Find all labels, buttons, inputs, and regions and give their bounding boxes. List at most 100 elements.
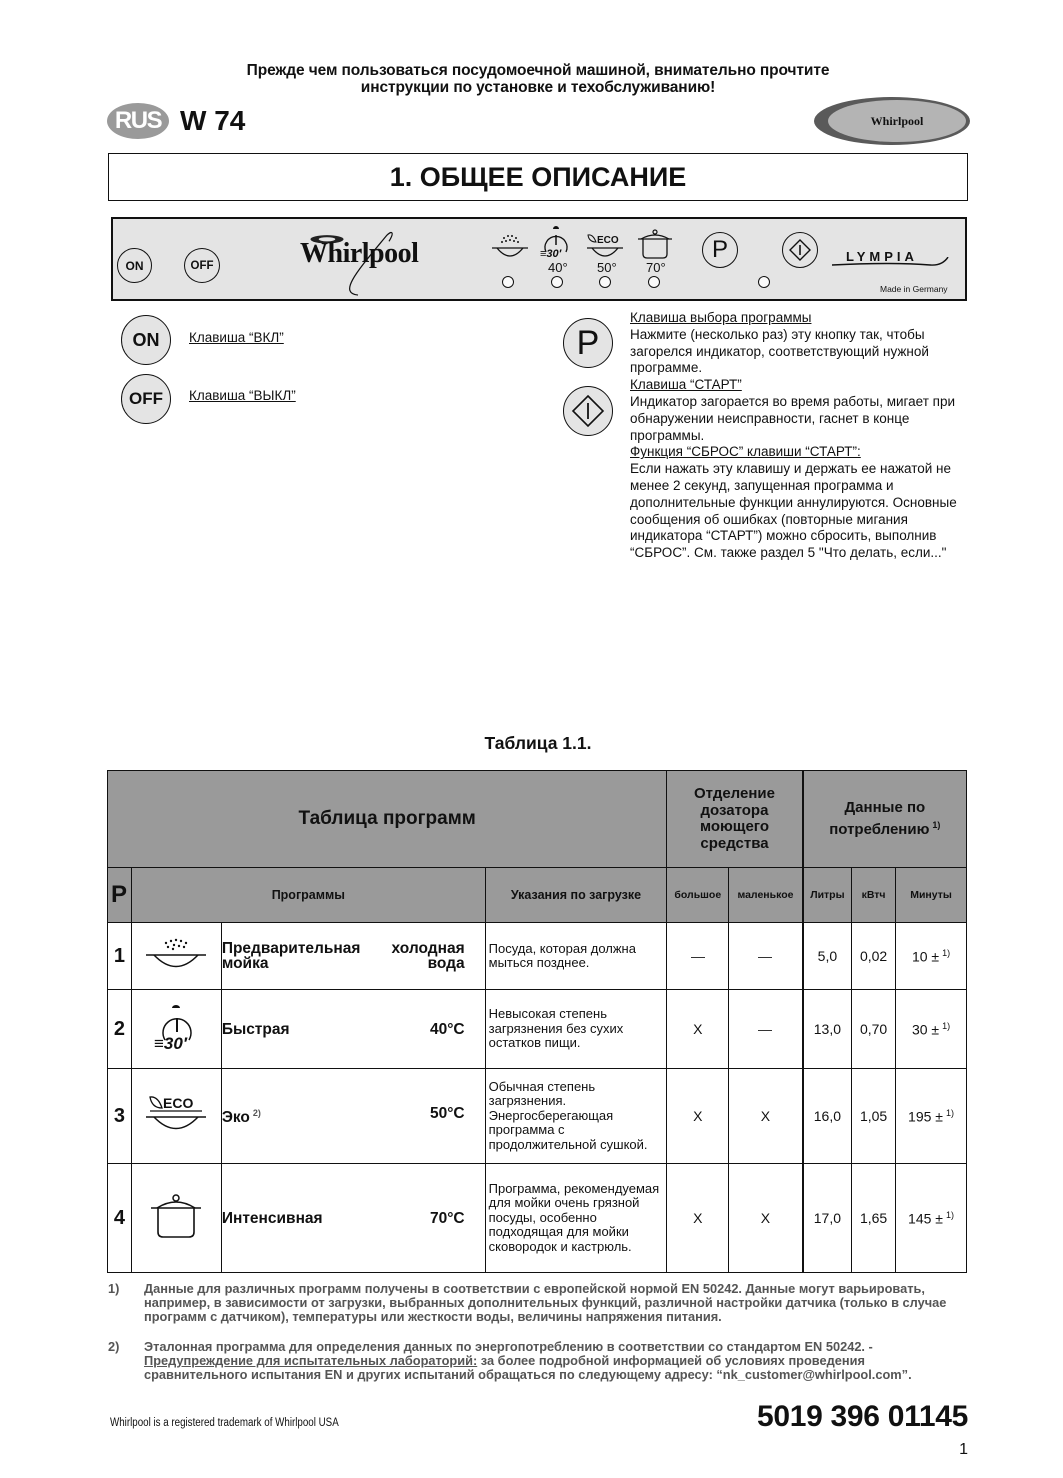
program-key-icon: P (563, 318, 613, 368)
program-number: 2 (107, 989, 132, 1069)
eco-note: 2) (252, 1108, 261, 1119)
off-key-label: Клавиша “ВЫКЛ” (189, 388, 296, 403)
led-start (758, 276, 770, 288)
made-in-label: Made in Germany (880, 284, 948, 294)
col-p: P (107, 867, 132, 923)
table-row: 1 Предварительная холодная мойка вода Посу… (107, 922, 967, 990)
led-quick (551, 276, 563, 288)
program-number: 4 (107, 1163, 132, 1273)
temp-50: 50° (597, 260, 617, 275)
led-prewash (502, 276, 514, 288)
brand-logo-text: Whirlpool (870, 113, 924, 128)
quick-30-icon: ≡30′ (540, 226, 568, 260)
program-name: Предварительная холодная мойка вода (220, 922, 486, 990)
liters: 5,0 (801, 922, 853, 990)
prewash-icon (146, 938, 207, 967)
col-kwh: кВтч (851, 867, 897, 923)
section-title: 1. ОБЩЕЕ ОПИСАНИЕ (108, 153, 968, 201)
kwh: 0,02 (851, 922, 897, 990)
reset-function-text: Если нажать эту клавишу и держать ее наж… (630, 461, 957, 561)
loading-instructions: Посуда, которая должна мыться позднее. (484, 922, 668, 990)
dash (758, 1029, 773, 1031)
col-liters: Литры (801, 867, 853, 923)
intensive-pot-icon (638, 229, 672, 259)
col-large: большое (666, 867, 730, 923)
series-swoosh-icon (832, 257, 949, 266)
kwh: 1,65 (851, 1163, 897, 1273)
panel-brand: Whirlpool (300, 238, 419, 269)
table-row: 4 Интенсивная 70°C Программа, рекомендуем… (107, 1163, 967, 1273)
program-table: Таблица программ Отделение дозатора моющ… (106, 770, 967, 1273)
svg-text:≡30′: ≡30′ (154, 1034, 188, 1052)
liters: 16,0 (801, 1068, 853, 1164)
footnote-mark: 1) (108, 1281, 120, 1296)
panel-start-button (782, 232, 818, 268)
on-key-icon: ON (121, 315, 171, 365)
consumption-group-header: Данные по потреблению 1) (801, 770, 967, 868)
small-compartment (728, 922, 804, 990)
small-compartment (728, 989, 804, 1069)
program-number: 1 (107, 922, 132, 990)
table-row: 3 ECO Эко 2) 50°C Обычная степень загрязне… (107, 1068, 967, 1164)
start-key-text: Индикатор загорается во время работы, ми… (630, 393, 956, 443)
document-number: 5019 396 01145 (756, 1400, 968, 1433)
footnote-text: Эталонная программа для определения данн… (144, 1339, 912, 1382)
table-title: Таблица программ (106, 770, 668, 868)
warning-line-1: Прежде чем пользоваться посудомоечной ма… (246, 62, 830, 79)
liters: 17,0 (801, 1163, 853, 1273)
led-intensive (648, 276, 660, 288)
page-number: 1 (959, 1441, 968, 1458)
table-caption: Таблица 1.1. (484, 733, 592, 753)
panel-on-button: ON (117, 248, 152, 283)
small-compartment: X (728, 1068, 804, 1164)
led-eco (599, 276, 611, 288)
quick-30-icon: ≡30′ (154, 1004, 193, 1053)
minutes: 145 ±1) (895, 1163, 967, 1273)
large-compartment: X (666, 1163, 730, 1273)
col-programs: Программы (130, 867, 486, 923)
panel-off-button: OFF (184, 248, 220, 283)
trademark-notice: Whirlpool is a registered trademark of W… (110, 1417, 339, 1429)
minutes: 10 ±1) (895, 922, 967, 990)
footnote-mark: 2) (108, 1339, 120, 1354)
warning-line-2: инструкции по установке и техобслуживани… (360, 79, 716, 96)
loading-instructions: Программа, рекомендуемая для мойки очень… (484, 1163, 668, 1273)
minutes: 30 ±1) (895, 989, 967, 1069)
large-compartment (666, 922, 730, 990)
dash (758, 956, 773, 958)
program-name: Интенсивная 70°C (220, 1163, 486, 1273)
col-small: маленькое (728, 867, 804, 923)
lab-warning: Предупреждение для испытательных лаборат… (144, 1352, 478, 1368)
svg-text:ECO: ECO (597, 235, 619, 246)
large-compartment: X (666, 1068, 730, 1164)
program-number: 3 (107, 1068, 132, 1164)
eco-icon: ECO (146, 1095, 207, 1129)
program-name: Эко 2) 50°C (220, 1068, 486, 1164)
off-key-icon: OFF (121, 374, 171, 424)
program-name: Быстрая 40°C (220, 989, 486, 1069)
program-key-text: Нажмите (несколько раз) эту кнопку так, … (630, 326, 929, 376)
key-descriptions: Клавиша выбора программы Нажмите (нескол… (630, 310, 975, 562)
minutes: 195 ±1) (895, 1068, 967, 1164)
kwh: 1,05 (851, 1068, 897, 1164)
liters: 13,0 (801, 989, 853, 1069)
detergent-group-header: Отделение дозатора моющего средства (666, 770, 804, 868)
on-key-label: Клавиша “ВКЛ” (189, 330, 284, 345)
start-icon (571, 394, 605, 428)
loading-instructions: Невысокая степень загрязнения без сухих … (484, 989, 668, 1069)
footnote-text: Данные для различных программ получены в… (144, 1281, 947, 1324)
brand-logo-inner: Whirlpool (828, 100, 966, 142)
large-compartment: X (666, 989, 730, 1069)
temp-40: 40° (548, 260, 568, 275)
dash (690, 956, 705, 958)
footnote-2: 2) Эталонная программа для определения д… (108, 1340, 970, 1381)
svg-text:≡30′: ≡30′ (540, 248, 563, 260)
table-row: 2 ≡30′ Быстрая 40°C Невысокая степень заг… (107, 989, 967, 1069)
svg-text:ECO: ECO (163, 1095, 193, 1111)
panel-program-button: P (702, 232, 738, 268)
intensive-pot-icon (151, 1193, 202, 1238)
eco-icon: ECO (587, 234, 623, 257)
col-loading: Указания по загрузке (484, 867, 668, 923)
safety-warning: Прежде чем пользоваться посудомоечной ма… (108, 62, 968, 96)
model-name: W 74 (180, 105, 246, 136)
